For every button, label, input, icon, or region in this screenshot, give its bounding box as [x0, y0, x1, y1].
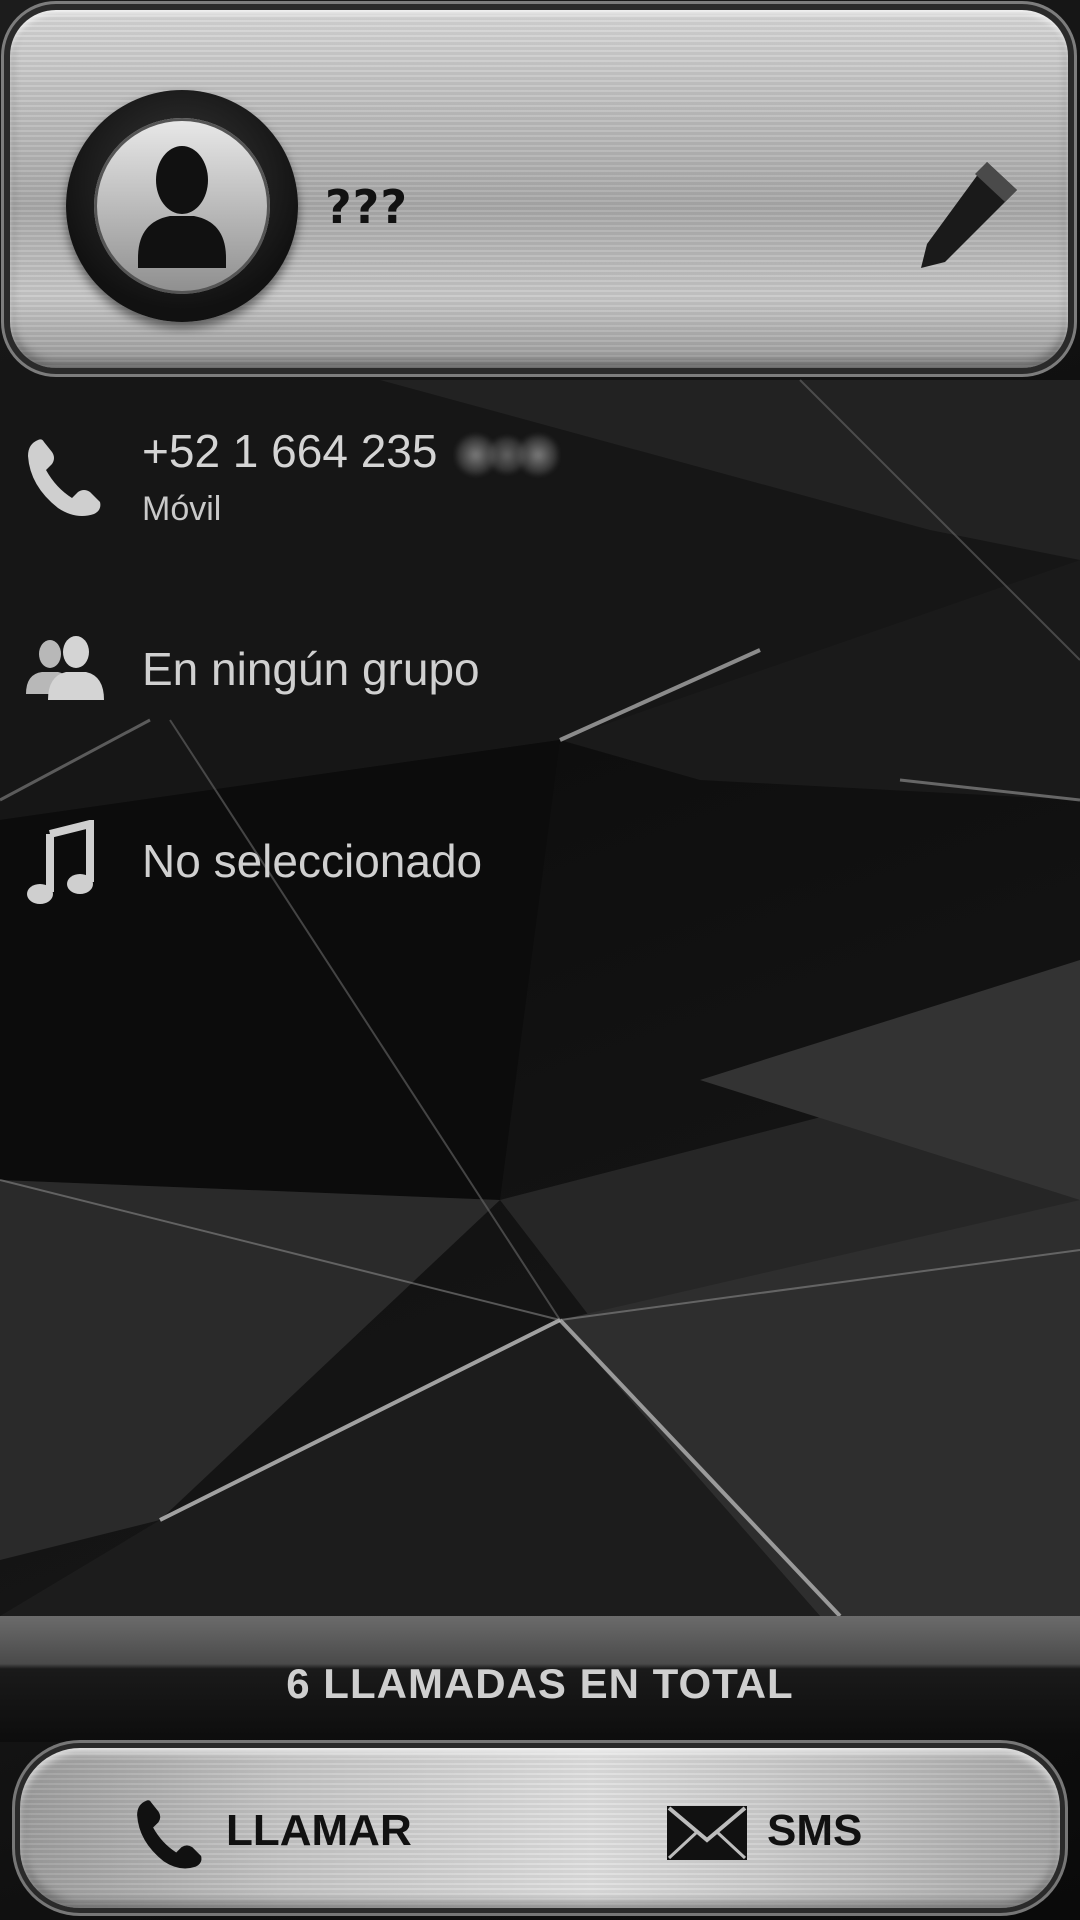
phone-type-label: Móvil	[142, 490, 222, 528]
music-note-icon	[27, 820, 94, 904]
edit-button[interactable]	[905, 150, 1025, 280]
phone-number[interactable]: +52 1 664 235	[142, 424, 560, 478]
calls-summary[interactable]: 6 LLAMADAS EN TOTAL	[0, 1660, 1080, 1708]
ringtone-label[interactable]: No seleccionado	[142, 834, 482, 888]
envelope-icon	[667, 1806, 747, 1860]
phone-number-text: +52 1 664 235	[142, 425, 438, 477]
person-silhouette-icon	[94, 118, 270, 294]
pencil-icon	[921, 162, 1017, 268]
call-label: LLAMAR	[226, 1806, 412, 1855]
group-icon	[26, 636, 104, 700]
call-button[interactable]: LLAMAR	[130, 1782, 460, 1882]
phone-icon	[28, 439, 101, 516]
redacted-digits	[455, 432, 560, 477]
contact-header: ???	[10, 10, 1068, 368]
avatar[interactable]	[66, 90, 298, 322]
phone-icon	[137, 1800, 202, 1869]
contact-detail-screen: ??? +52 1 664 235 Móvil En ningún grupo …	[0, 0, 1080, 1920]
sms-button[interactable]: SMS	[665, 1782, 925, 1882]
group-label[interactable]: En ningún grupo	[142, 642, 480, 696]
sms-label: SMS	[767, 1806, 863, 1855]
contact-name: ???	[325, 180, 409, 234]
